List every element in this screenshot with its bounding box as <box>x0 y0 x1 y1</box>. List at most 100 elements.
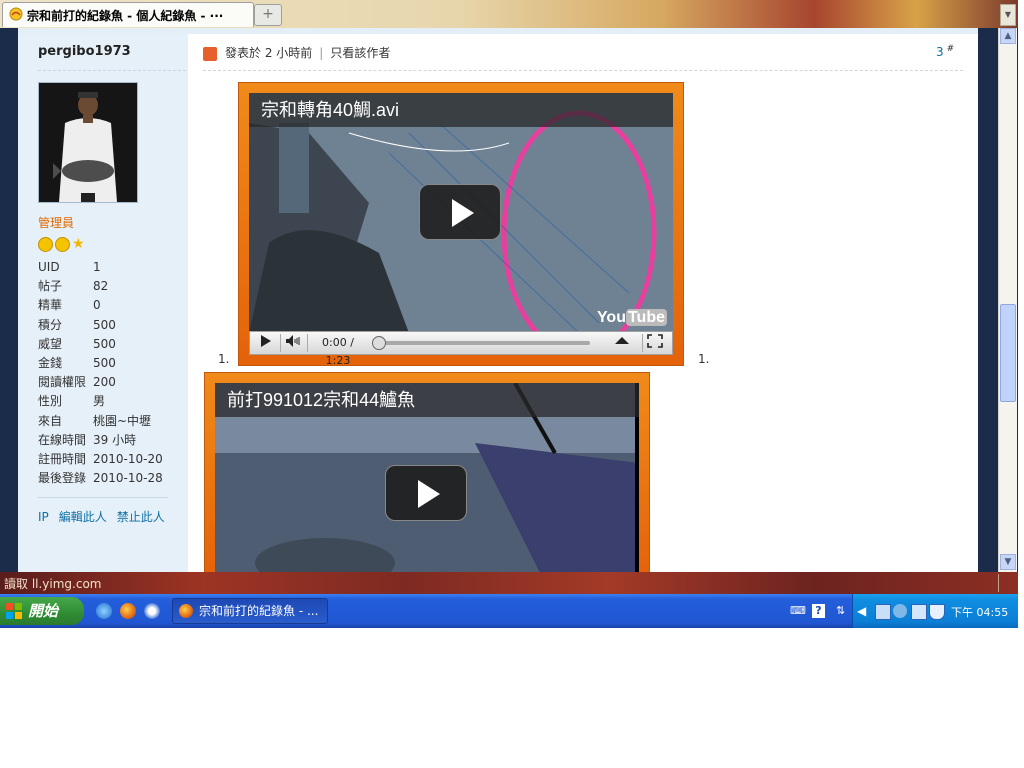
only-author-link[interactable]: 只看該作者 <box>330 46 390 60</box>
forum-page: pergibo1973 管理員 ★ UID 1 帖子 82 精華 0 積分 500 威望 500 <box>18 28 978 572</box>
stat-row: 最後登錄 2010-10-28 <box>38 469 188 488</box>
sidebar-divider <box>38 497 168 498</box>
video-time: 0:00 / 1:23 <box>322 336 354 367</box>
youtube-logo[interactable]: You Tube <box>597 309 667 327</box>
stat-value: 男 <box>93 394 106 409</box>
stat-label: 帖子 <box>38 279 63 294</box>
play-icon <box>261 335 271 347</box>
status-resize-grip[interactable] <box>998 574 999 592</box>
stat-value: 500 <box>93 317 116 332</box>
video-1-play-icon[interactable] <box>419 184 501 240</box>
video-1-screen[interactable]: 宗和轉角40鯛.avi You Tube <box>249 93 673 333</box>
media-player-icon[interactable] <box>144 603 160 619</box>
windows-logo-icon <box>6 603 22 619</box>
smile-rank-icon <box>55 236 70 252</box>
video-player-1[interactable]: 宗和轉角40鯛.avi You Tube 0:00 / 1:23 <box>238 82 684 367</box>
video-player-2[interactable]: 前打991012宗和44鱸魚 <box>204 372 650 572</box>
language-options-icon[interactable]: ⇅ <box>836 604 845 618</box>
list-marker: 1. <box>218 352 230 366</box>
ban-user-link[interactable]: 禁止此人 <box>117 510 165 524</box>
desktop-screen: 宗和前打的紀錄魚 - 個人紀錄魚 - ··· + ▼ pergibo1973 管… <box>0 0 1018 628</box>
stat-label: UID <box>38 260 60 274</box>
tab-title: 宗和前打的紀錄魚 - 個人紀錄魚 - ··· <box>27 9 224 23</box>
rank-stars: ★ <box>38 236 85 252</box>
sidebar-divider <box>38 70 186 71</box>
taskbar: 開始 宗和前打的紀錄魚 - ... ⌨ ? ⇅ ◀ 下午 04:55 <box>0 594 1018 628</box>
stat-row: 在線時間 39 小時 <box>38 431 188 450</box>
ie-icon[interactable] <box>96 603 112 619</box>
site-favicon-icon <box>9 7 23 21</box>
stat-value: 1 <box>93 260 101 274</box>
network-connection-icon[interactable] <box>911 604 927 620</box>
clock[interactable]: 下午 04:55 <box>951 604 1008 620</box>
video-2-screen[interactable]: 前打991012宗和44鱸魚 <box>215 383 639 572</box>
stat-row: 註冊時間 2010-10-20 <box>38 450 188 469</box>
start-label: 開始 <box>28 602 59 620</box>
stat-row: 帖子 82 <box>38 277 188 296</box>
scroll-up-button[interactable]: ▲ <box>1000 28 1016 44</box>
stat-value: 200 <box>93 375 116 390</box>
avatar-photo <box>39 83 137 202</box>
stat-label: 最後登錄 <box>38 471 87 486</box>
quality-menu-button[interactable] <box>610 334 634 352</box>
author-stats: UID 1 帖子 82 精華 0 積分 500 威望 500 金錢 500 閱讀權限 200 性別 男來自 桃園… <box>38 258 188 488</box>
status-text: 讀取 ll.yimg.com <box>4 577 102 591</box>
stat-value: 2010-10-28 <box>93 471 163 486</box>
stat-row: 來自 桃園~中壢 <box>38 412 188 431</box>
stat-label: 精華 <box>38 298 63 313</box>
online-status-icon <box>203 46 217 61</box>
scroll-thumb[interactable] <box>1000 304 1016 402</box>
stat-value: 39 小時 <box>93 432 137 447</box>
avatar[interactable] <box>38 82 138 203</box>
page-right-margin <box>978 28 998 572</box>
tray-expand-icon[interactable]: ◀ <box>857 604 871 618</box>
video-2-play-icon[interactable] <box>385 465 467 521</box>
list-marker: 1. <box>698 352 710 366</box>
tab-list-dropdown-button[interactable]: ▼ <box>1000 4 1016 26</box>
tab-bar: 宗和前打的紀錄魚 - 個人紀錄魚 - ··· + ▼ <box>0 0 1018 28</box>
author-sidebar: pergibo1973 管理員 ★ UID 1 帖子 82 精華 0 積分 500 威望 500 <box>18 34 188 572</box>
stat-label: 威望 <box>38 336 63 351</box>
firefox-icon[interactable] <box>120 603 136 619</box>
stat-row: 金錢 500 <box>38 354 188 373</box>
help-icon[interactable]: ? <box>812 604 825 618</box>
stat-value: 桃園~中壢 <box>93 413 152 428</box>
stat-label: 註冊時間 <box>38 451 87 466</box>
antivirus-icon[interactable] <box>893 604 907 618</box>
author-name[interactable]: pergibo1973 <box>38 44 131 59</box>
shield-icon[interactable] <box>929 604 945 620</box>
ip-link[interactable]: IP <box>38 510 49 524</box>
browser-status-bar: 讀取 ll.yimg.com <box>0 572 1018 594</box>
post-time: 發表於 2 小時前 <box>225 46 313 60</box>
taskbar-window-label: 宗和前打的紀錄魚 - ... <box>199 604 319 618</box>
fullscreen-button[interactable] <box>642 334 667 352</box>
seek-bar[interactable] <box>372 334 592 352</box>
page-left-margin <box>0 28 18 572</box>
new-tab-button[interactable]: + <box>254 4 282 26</box>
star-rank-icon: ★ <box>72 236 85 252</box>
tab-active[interactable]: 宗和前打的紀錄魚 - 個人紀錄魚 - ··· <box>2 2 254 27</box>
floor-mark: # <box>946 44 955 54</box>
floor-number: 3 <box>936 45 944 59</box>
start-button[interactable]: 開始 <box>0 597 84 625</box>
keyboard-icon[interactable]: ⌨ <box>790 604 806 618</box>
stat-row: 精華 0 <box>38 296 188 315</box>
seek-handle[interactable] <box>372 336 386 350</box>
network-icon[interactable] <box>875 604 891 620</box>
play-button[interactable] <box>254 334 276 352</box>
post-floor-number[interactable]: 3 # <box>936 44 954 59</box>
stat-row: 閱讀權限 200 <box>38 373 188 392</box>
stat-label: 性別 <box>38 394 63 409</box>
stat-label: 在線時間 <box>38 432 87 447</box>
scroll-down-button[interactable]: ▼ <box>1000 554 1016 570</box>
video-1-title: 宗和轉角40鯛.avi <box>249 93 673 127</box>
page-scrollbar[interactable]: ▲ ▼ <box>998 28 1017 572</box>
stat-label: 金錢 <box>38 355 63 370</box>
edit-user-link[interactable]: 編輯此人 <box>59 510 107 524</box>
taskbar-window-firefox[interactable]: 宗和前打的紀錄魚 - ... <box>172 598 328 624</box>
firefox-icon <box>179 604 193 618</box>
volume-button[interactable] <box>280 334 308 352</box>
video-2-title: 前打991012宗和44鱸魚 <box>215 383 639 417</box>
stat-value: 0 <box>93 298 101 313</box>
stat-row: 威望 500 <box>38 335 188 354</box>
